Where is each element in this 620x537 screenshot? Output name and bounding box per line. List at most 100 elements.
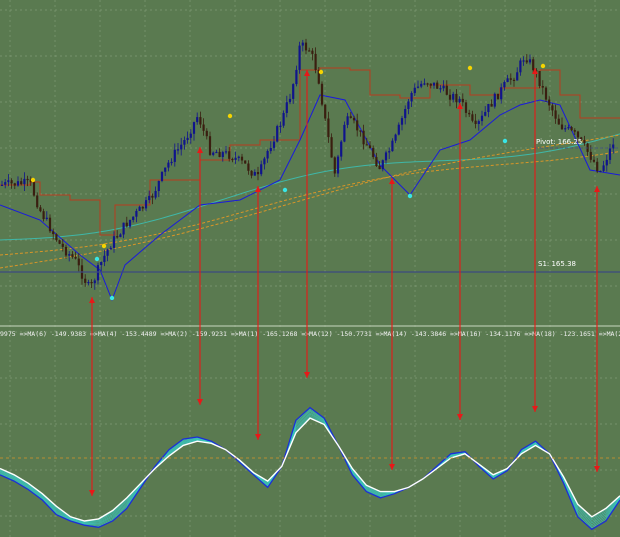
candle-body [429, 83, 432, 86]
candle-body [448, 94, 452, 100]
candle-body [55, 234, 58, 241]
candle-body [596, 161, 599, 172]
candle-body [346, 116, 349, 125]
candle-body [576, 131, 580, 138]
candle-body [212, 152, 215, 155]
candle-body [592, 159, 596, 162]
candle-body [570, 127, 573, 131]
candle-body [340, 141, 343, 157]
candle-body [74, 256, 77, 259]
candle-body [583, 140, 586, 144]
candle-body [381, 160, 384, 170]
candle-body [154, 191, 157, 198]
candle-body [567, 127, 570, 129]
candle-body [237, 156, 240, 158]
candle-body [160, 171, 164, 181]
candle-body [343, 124, 346, 142]
candle-body [269, 147, 272, 152]
candle-body [250, 170, 253, 176]
candle-body [196, 117, 199, 123]
candle-body [260, 164, 263, 175]
candle-body [512, 79, 516, 81]
candle-body [560, 124, 564, 130]
candle-body [52, 231, 55, 235]
candle-body [490, 104, 493, 107]
candle-body [4, 182, 7, 185]
candle-body [61, 243, 64, 247]
candle-body [93, 280, 96, 284]
candle-body [311, 50, 314, 54]
candle-body [183, 140, 186, 145]
candle-body [109, 247, 112, 250]
candle-body [240, 156, 244, 161]
candle-body [330, 137, 333, 158]
candle-body [125, 222, 128, 227]
candle-body [407, 101, 410, 109]
candle-body [170, 161, 173, 164]
candle-body [202, 124, 205, 131]
candle-body [199, 117, 202, 125]
candle-body [45, 217, 48, 219]
candle-body [532, 59, 535, 71]
candle-body [180, 144, 183, 150]
candle-body [477, 121, 480, 124]
candle-body [384, 152, 388, 161]
candle-body [474, 120, 477, 124]
candle-body [522, 60, 525, 62]
indicator-readout: 9975 =>MA(6) -149.9383 =>MA(4) -153.4489… [0, 330, 620, 338]
candle-body [116, 236, 119, 238]
candle-body [20, 181, 23, 185]
candle-body [138, 206, 141, 211]
candle-body [279, 125, 282, 127]
candle-body [564, 128, 567, 130]
pivot-high-dot [101, 243, 107, 249]
candle-body [32, 182, 36, 196]
candle-body [208, 136, 212, 155]
candle-body [480, 115, 484, 122]
candle-body [573, 130, 576, 132]
candle-body [135, 210, 138, 217]
candle-body [602, 165, 605, 171]
candle-body [487, 104, 490, 112]
candle-body [7, 180, 10, 183]
candle-body [144, 200, 148, 209]
candle-body [224, 151, 228, 153]
candle-body [359, 130, 362, 132]
candle-body [119, 234, 122, 237]
candle-body [36, 195, 39, 208]
candle-body [365, 144, 368, 146]
candle-body [186, 137, 189, 140]
candle-body [362, 130, 365, 145]
candle-body [151, 195, 154, 198]
candle-body [71, 254, 74, 257]
candle-body [455, 93, 458, 103]
candle-body [132, 216, 135, 220]
candle-body [298, 45, 301, 70]
candle-body [509, 78, 512, 80]
pivot-low-dot [109, 295, 115, 301]
candle-body [394, 134, 397, 141]
candle-body [157, 181, 160, 191]
chart: Pivot: 166.25 S1: 165.38 9975 =>MA(6) -1… [0, 0, 620, 537]
pivot-low-dot [407, 193, 413, 199]
candle-body [218, 151, 221, 157]
candle-body [295, 69, 298, 85]
candle-body [468, 112, 471, 115]
candle-body [397, 124, 400, 135]
candle-body [87, 282, 90, 284]
candle-body [314, 53, 317, 70]
candle-body [10, 180, 13, 184]
candle-body [58, 240, 61, 244]
chart-background [0, 0, 620, 537]
candle-body [167, 162, 170, 168]
candle-body [333, 157, 336, 174]
candle-body [608, 148, 612, 160]
candle-body [90, 282, 93, 284]
candle-body [42, 211, 45, 220]
candle-body [215, 151, 218, 154]
candle-body [228, 151, 231, 159]
candle-body [557, 118, 560, 125]
candle-body [128, 219, 132, 227]
candle-body [192, 122, 196, 134]
candle-body [423, 83, 426, 85]
